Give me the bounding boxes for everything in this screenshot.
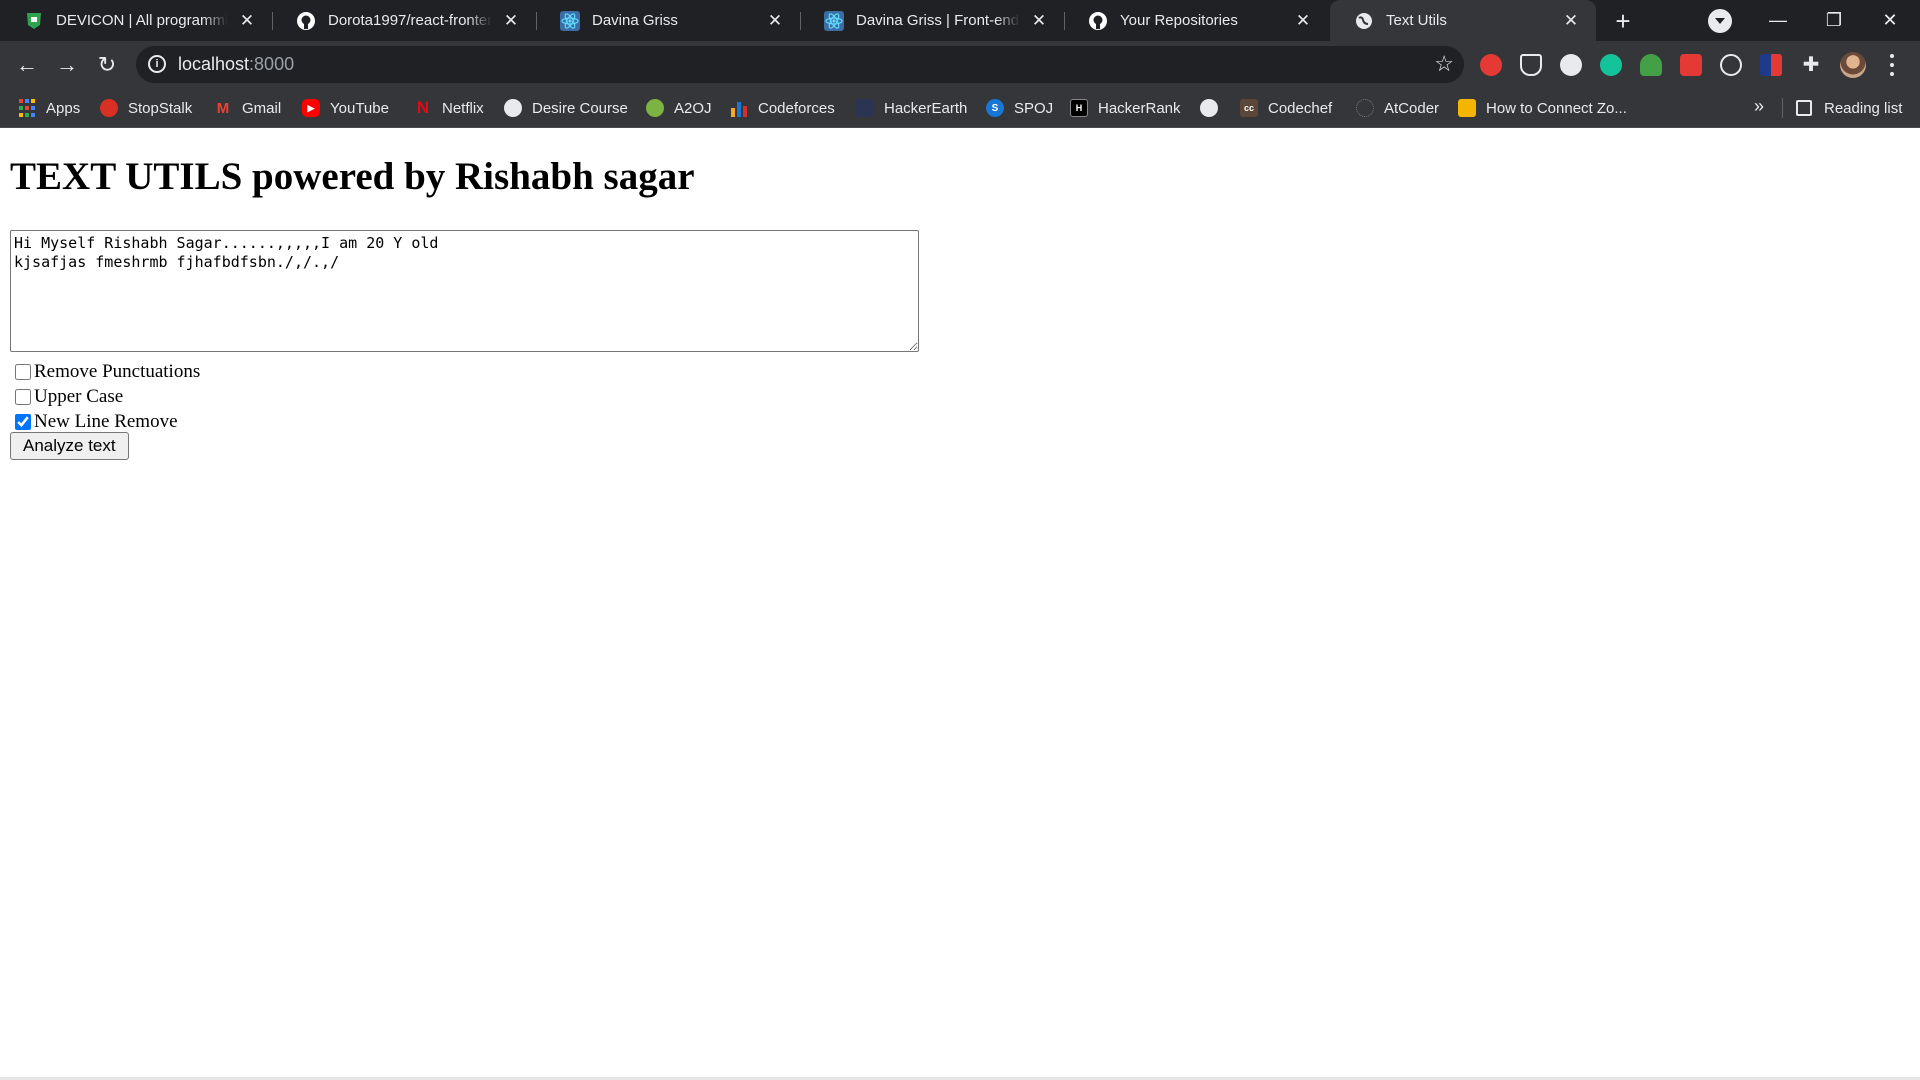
codechef-icon: cc <box>1240 99 1258 117</box>
back-arrow-icon[interactable]: ← <box>12 50 42 80</box>
react-icon <box>560 10 580 31</box>
bookmark-hackerearth[interactable]: HackerEarth <box>856 88 967 128</box>
bookmarks-bar: Apps StopStalk M Gmail ▶ YouTube N Netfl… <box>0 88 1920 128</box>
option-upper-case[interactable]: Upper Case <box>13 386 123 408</box>
text-input-area[interactable] <box>10 230 919 352</box>
devicon-shield-icon <box>24 11 44 31</box>
bookmark-gmail[interactable]: M Gmail <box>214 88 281 128</box>
bookmark-hackerrank[interactable]: H HackerRank <box>1070 88 1181 128</box>
close-window-icon[interactable]: ✕ <box>1862 0 1918 41</box>
tab-your-repositories[interactable]: Your Repositories ✕ <box>1064 0 1328 41</box>
close-tab-icon[interactable]: ✕ <box>1292 10 1314 32</box>
close-tab-icon[interactable]: ✕ <box>236 10 258 32</box>
upper-case-checkbox[interactable] <box>15 389 31 405</box>
restore-window-icon[interactable]: ❐ <box>1806 0 1862 41</box>
remove-punctuations-label: Remove Punctuations <box>34 361 201 382</box>
tab-title: Davina Griss <box>592 12 678 29</box>
browser-toolbar: ← → ↻ i localhost:8000 ☆ ✚ <box>0 41 1920 88</box>
reload-icon[interactable]: ↻ <box>92 50 122 80</box>
bookmark-how-to-connect-zoom[interactable]: How to Connect Zo... <box>1458 88 1627 128</box>
bookmark-star-icon[interactable]: ☆ <box>1434 51 1454 77</box>
close-tab-icon[interactable]: ✕ <box>764 10 786 32</box>
tab-title: Text Utils <box>1386 12 1447 29</box>
tab-title: DEVICON | All programming languages <box>56 12 228 29</box>
reading-list-icon <box>1796 100 1812 116</box>
new-line-remove-checkbox[interactable] <box>15 414 31 430</box>
bookmark-atcoder[interactable]: AtCoder <box>1356 88 1439 128</box>
zoom-icon <box>1458 99 1476 117</box>
extension-flag-icon[interactable] <box>1760 54 1782 76</box>
atcoder-icon <box>1356 99 1374 117</box>
netflix-icon: N <box>416 98 430 117</box>
bookmark-desire-course[interactable]: Desire Course <box>504 88 628 128</box>
tab-react-frontend[interactable]: Dorota1997/react-frontend-dev-portfolio … <box>272 0 536 41</box>
github-icon <box>296 11 316 31</box>
bookmark-youtube[interactable]: ▶ YouTube <box>302 88 389 128</box>
minimize-icon[interactable]: — <box>1750 0 1806 41</box>
tab-title: Davina Griss | Front-end Developer <box>856 12 1020 29</box>
bookmark-stopstalk[interactable]: StopStalk <box>100 88 192 128</box>
bookmark-codeforces[interactable]: Codeforces <box>730 88 835 128</box>
extensions-puzzle-icon[interactable]: ✚ <box>1800 54 1822 76</box>
bookmark-netflix[interactable]: N Netflix <box>414 88 484 128</box>
close-tab-icon[interactable]: ✕ <box>500 10 522 32</box>
analyze-text-button[interactable]: Analyze text <box>10 432 129 460</box>
react-devtools-icon[interactable] <box>1720 54 1742 76</box>
stopstalk-icon <box>100 99 118 117</box>
a2oj-icon <box>646 99 664 117</box>
profile-avatar[interactable] <box>1840 52 1866 78</box>
extension-chat-icon[interactable] <box>1680 54 1702 76</box>
browser-menu-icon[interactable] <box>1884 54 1900 76</box>
site-info-icon[interactable]: i <box>148 55 166 73</box>
close-tab-icon[interactable]: ✕ <box>1560 10 1582 32</box>
new-line-remove-label: New Line Remove <box>34 411 178 432</box>
bookmark-apps[interactable]: Apps <box>18 88 80 128</box>
url-text[interactable]: localhost:8000 <box>178 54 294 75</box>
grammarly-icon[interactable] <box>1600 54 1622 76</box>
bookmark-a2oj[interactable]: A2OJ <box>646 88 712 128</box>
globe-icon <box>1354 11 1374 31</box>
globe-icon <box>504 99 522 117</box>
new-tab-plus-icon[interactable]: + <box>1608 6 1638 36</box>
tab-strip: DEVICON | All programming languages ✕ Do… <box>0 0 1920 41</box>
upper-case-label: Upper Case <box>34 386 124 407</box>
address-bar[interactable]: i localhost:8000 ☆ <box>136 46 1464 83</box>
globe-icon <box>1200 99 1218 117</box>
extension-record-icon[interactable] <box>1480 54 1502 76</box>
page-content: TEXT UTILS powered by Rishabh sagar Remo… <box>0 129 1920 1080</box>
tab-davina-griss-frontend[interactable]: Davina Griss | Front-end Developer ✕ <box>800 0 1064 41</box>
tab-text-utils[interactable]: Text Utils ✕ <box>1330 0 1596 41</box>
extension-gauge-icon[interactable] <box>1560 54 1582 76</box>
close-tab-icon[interactable]: ✕ <box>1028 10 1050 32</box>
tab-devicon[interactable]: DEVICON | All programming languages ✕ <box>0 0 272 41</box>
tab-title: Your Repositories <box>1120 12 1238 29</box>
page-title: TEXT UTILS powered by Rishabh sagar <box>10 155 695 198</box>
extension-tree-icon[interactable] <box>1640 54 1662 76</box>
github-icon <box>1088 11 1108 31</box>
spoj-icon: S <box>986 99 1004 117</box>
reading-list-button[interactable]: Reading list <box>1796 88 1902 128</box>
forward-arrow-icon[interactable]: → <box>52 50 82 80</box>
tab-davina-griss[interactable]: Davina Griss ✕ <box>536 0 800 41</box>
option-new-line-remove[interactable]: New Line Remove <box>13 411 178 433</box>
extension-shield-icon[interactable] <box>1520 54 1542 76</box>
youtube-icon: ▶ <box>302 99 320 117</box>
remove-punctuations-checkbox[interactable] <box>15 364 31 380</box>
apps-grid-icon <box>18 99 36 117</box>
codeforces-icon <box>730 99 748 117</box>
bookmark-codechef[interactable]: cc Codechef <box>1240 88 1332 128</box>
tab-search-icon[interactable] <box>1708 9 1732 33</box>
bookmark-spoj[interactable]: S SPOJ <box>986 88 1053 128</box>
react-icon <box>824 10 844 31</box>
gmail-icon: M <box>216 99 230 117</box>
tab-title: Dorota1997/react-frontend-dev-portfolio <box>328 12 492 29</box>
bookmark-globe[interactable] <box>1200 88 1228 128</box>
hackerearth-icon <box>856 99 874 117</box>
more-bookmarks-chevron-icon[interactable]: » <box>1754 96 1764 117</box>
option-remove-punctuations[interactable]: Remove Punctuations <box>13 361 200 383</box>
hackerrank-icon: H <box>1070 99 1088 117</box>
